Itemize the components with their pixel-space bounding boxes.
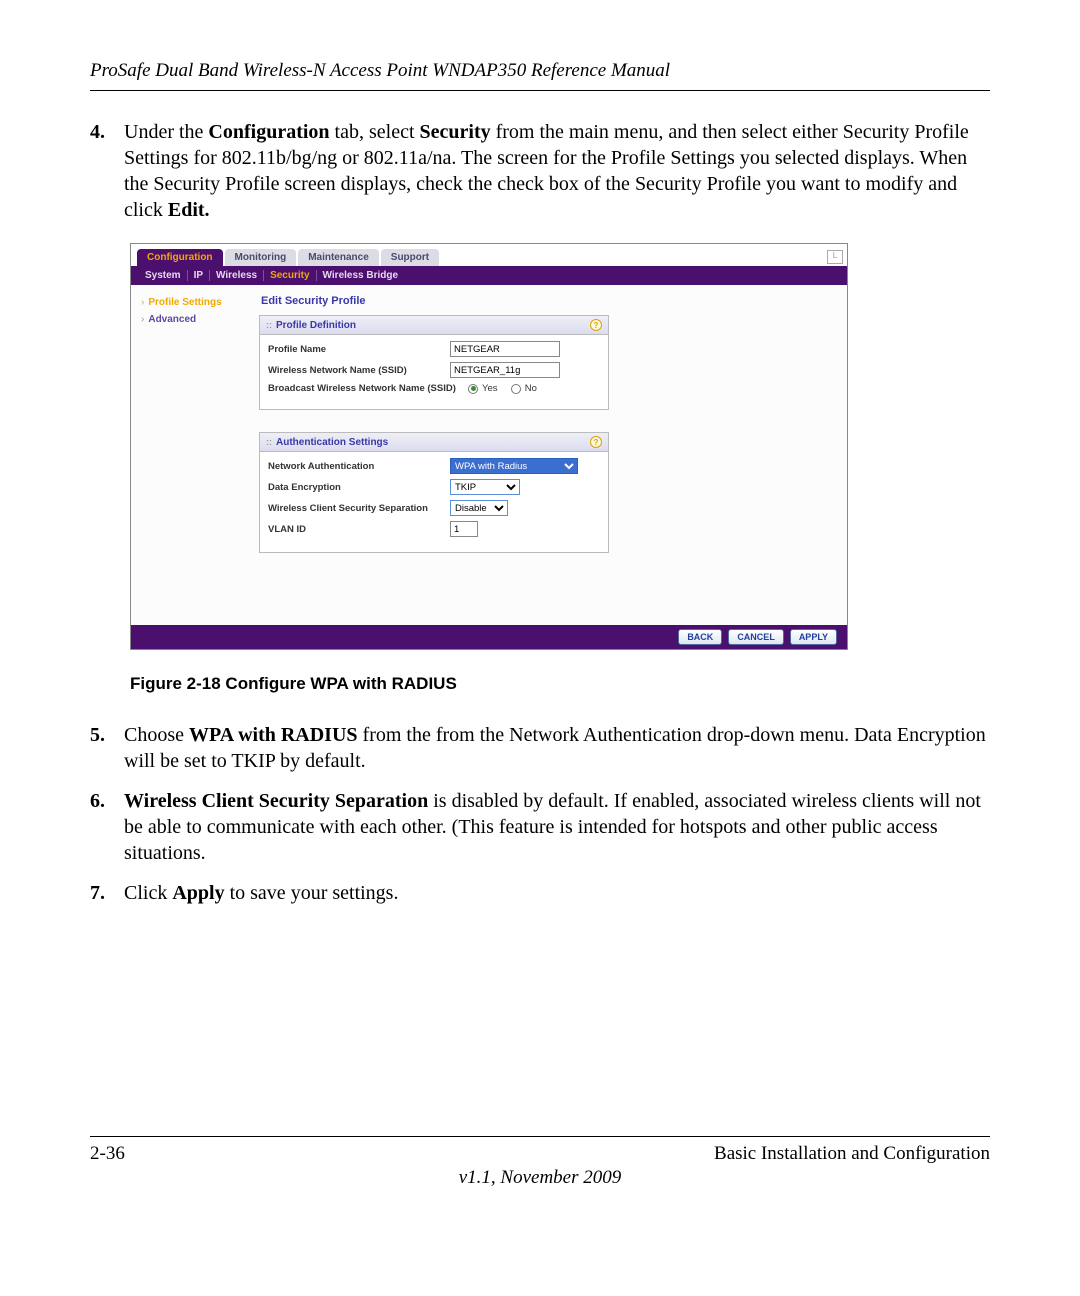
step-4-b2: Security — [420, 121, 491, 143]
vlan-id-label: VLAN ID — [268, 524, 450, 535]
figure-caption: Figure 2-18 Configure WPA with RADIUS — [130, 674, 990, 694]
step-7: 7. Click Apply to save your settings. — [90, 880, 990, 906]
step-7-b1: Apply — [172, 882, 224, 904]
step-5-num: 5. — [90, 722, 124, 774]
step-4: 4. Under the Configuration tab, select S… — [90, 119, 990, 223]
step-7-pre: Click — [124, 882, 172, 904]
profile-definition-section: :: Profile Definition ? Profile Name Wir… — [259, 315, 609, 410]
broadcast-ssid-label: Broadcast Wireless Network Name (SSID) — [268, 383, 468, 394]
subnav-system[interactable]: System — [139, 270, 188, 281]
section-name: Basic Installation and Configuration — [714, 1143, 990, 1165]
profile-name-input[interactable] — [450, 341, 560, 357]
sidebar-advanced[interactable]: Advanced — [141, 314, 243, 325]
step-7-num: 7. — [90, 880, 124, 906]
step-6-num: 6. — [90, 788, 124, 866]
header-rule — [90, 90, 990, 91]
apply-button[interactable]: APPLY — [790, 629, 837, 645]
step-5-pre: Choose — [124, 724, 189, 746]
step-5: 5. Choose WPA with RADIUS from the from … — [90, 722, 990, 774]
step-7-body: Click Apply to save your settings. — [124, 880, 990, 906]
help-icon[interactable]: ? — [590, 436, 602, 448]
step-4-pre: Under the — [124, 121, 208, 143]
step-5-body: Choose WPA with RADIUS from the from the… — [124, 722, 990, 774]
client-separation-label: Wireless Client Security Separation — [268, 503, 450, 514]
client-separation-select[interactable]: Disable — [450, 500, 508, 516]
footer-rule — [90, 1136, 990, 1137]
step-4-b1: Configuration — [208, 121, 329, 143]
action-bar: BACK CANCEL APPLY — [131, 625, 847, 649]
broadcast-yes-radio[interactable] — [468, 384, 478, 394]
step-6: 6. Wireless Client Security Separation i… — [90, 788, 990, 866]
cancel-button[interactable]: CANCEL — [728, 629, 784, 645]
ssid-label: Wireless Network Name (SSID) — [268, 365, 450, 376]
vlan-id-input[interactable] — [450, 521, 478, 537]
data-encryption-label: Data Encryption — [268, 482, 450, 493]
sidebar-profile-settings[interactable]: Profile Settings — [141, 297, 243, 308]
logout-icon[interactable]: L — [827, 250, 843, 264]
step-4-body: Under the Configuration tab, select Secu… — [124, 119, 990, 223]
subnav-wireless-bridge[interactable]: Wireless Bridge — [317, 270, 405, 281]
tab-configuration[interactable]: Configuration — [137, 249, 223, 266]
authentication-header: Authentication Settings — [276, 437, 388, 448]
step-6-body: Wireless Client Security Separation is d… — [124, 788, 990, 866]
back-button[interactable]: BACK — [678, 629, 722, 645]
profile-definition-header: Profile Definition — [276, 320, 356, 331]
tab-monitoring[interactable]: Monitoring — [225, 249, 297, 266]
profile-name-label: Profile Name — [268, 344, 450, 355]
subnav: System IP Wireless Security Wireless Bri… — [131, 266, 847, 285]
step-7-post: to save your settings. — [225, 882, 399, 904]
step-4-mid1: tab, select — [330, 121, 420, 143]
tab-maintenance[interactable]: Maintenance — [298, 249, 379, 266]
network-auth-label: Network Authentication — [268, 461, 450, 472]
authentication-section: :: Authentication Settings ? Network Aut… — [259, 432, 609, 553]
grip-icon: :: — [266, 320, 272, 330]
version-stamp: v1.1, November 2009 — [90, 1167, 990, 1189]
step-4-b3: Edit. — [168, 199, 210, 221]
step-5-b1: WPA with RADIUS — [189, 724, 358, 746]
broadcast-no-radio[interactable] — [511, 384, 521, 394]
grip-icon: :: — [266, 437, 272, 447]
top-tabs: Configuration Monitoring Maintenance Sup… — [131, 244, 847, 266]
subnav-security[interactable]: Security — [264, 270, 316, 281]
broadcast-yes-label: Yes — [482, 383, 498, 394]
subnav-ip[interactable]: IP — [188, 270, 210, 281]
step-4-num: 4. — [90, 119, 124, 223]
content-title: Edit Security Profile — [261, 295, 827, 307]
help-icon[interactable]: ? — [590, 319, 602, 331]
config-screenshot: Configuration Monitoring Maintenance Sup… — [130, 243, 848, 650]
tab-support[interactable]: Support — [381, 249, 439, 266]
page-number: 2-36 — [90, 1143, 125, 1165]
sidebar: Profile Settings Advanced — [131, 285, 249, 625]
data-encryption-select[interactable]: TKIP — [450, 479, 520, 495]
subnav-wireless[interactable]: Wireless — [210, 270, 264, 281]
network-auth-select[interactable]: WPA with Radius — [450, 458, 578, 474]
document-header: ProSafe Dual Band Wireless-N Access Poin… — [90, 60, 990, 82]
ssid-input[interactable] — [450, 362, 560, 378]
step-6-b1: Wireless Client Security Separation — [124, 790, 428, 812]
broadcast-no-label: No — [525, 383, 537, 394]
